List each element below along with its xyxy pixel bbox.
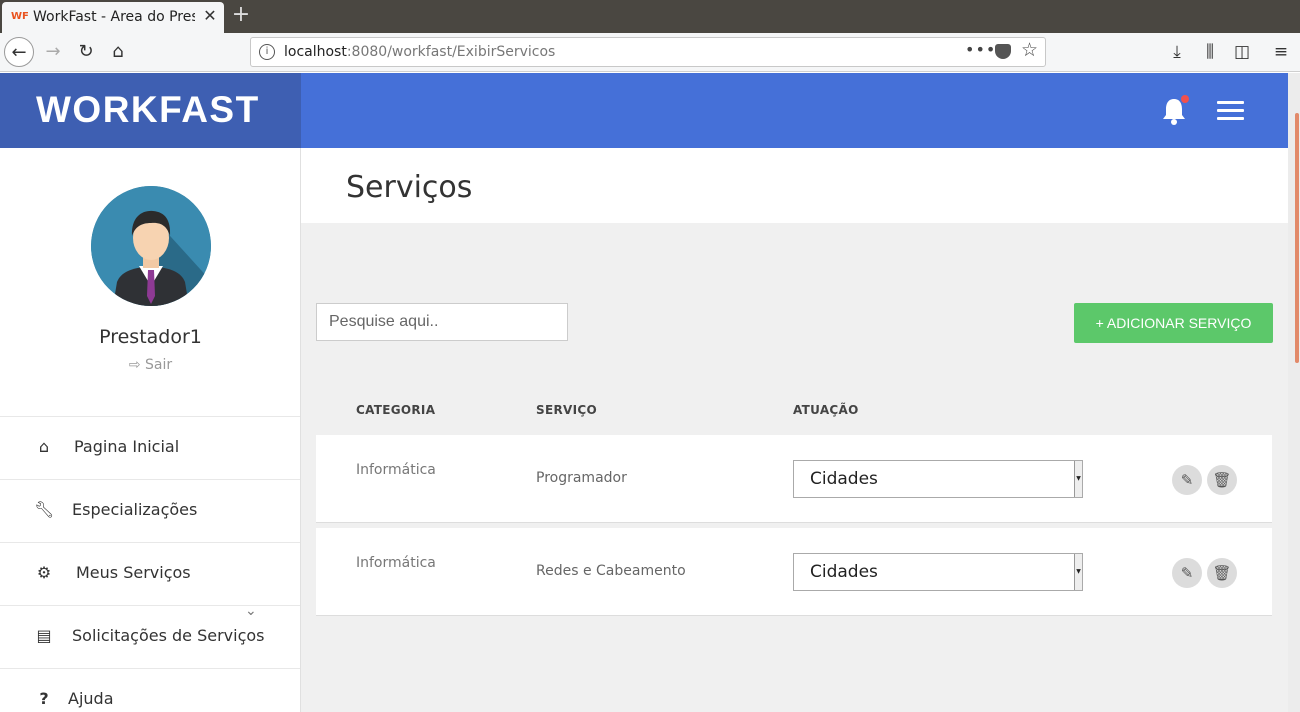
home-browser-icon[interactable]: ⌂ xyxy=(103,37,133,67)
url-bar[interactable]: i localhost:8080/workfast/ExibirServicos… xyxy=(250,37,1046,67)
dropdown-arrow-icon: ▼ xyxy=(1074,461,1082,497)
pocket-icon[interactable] xyxy=(995,44,1011,59)
favicon-icon: WF xyxy=(11,11,29,22)
browser-toolbar: ← → ↻ ⌂ i localhost:8080/workfast/Exibir… xyxy=(0,33,1300,72)
cell-categoria: Informática xyxy=(356,555,436,571)
chevron-down-icon: ⌄ xyxy=(245,603,257,619)
cell-servico: Programador xyxy=(536,470,627,486)
sidebar-item-solicitacoes[interactable]: ⌄ ▤ Solicitações de Serviços xyxy=(0,603,300,668)
browser-menu-icon[interactable]: ≡ xyxy=(1268,39,1294,65)
dropdown-arrow-icon: ▼ xyxy=(1074,554,1082,590)
library-icon[interactable]: ⫼ xyxy=(1197,39,1223,65)
sidebar-item-label: Pagina Inicial xyxy=(74,437,180,456)
table-row: Informática Programador Cidades ▼ ✎ 🗑︎ xyxy=(316,435,1272,523)
question-icon: ? xyxy=(39,689,49,708)
sidebar-item-label: Especializações xyxy=(72,500,198,519)
logout-icon: ⇨ xyxy=(128,357,146,373)
cell-servico: Redes e Cabeamento xyxy=(536,563,686,579)
logout-link[interactable]: ⇨ Sair xyxy=(0,357,301,373)
sidebar-item-label: Ajuda xyxy=(68,689,114,708)
content-header: Serviços xyxy=(301,148,1288,223)
sidebar-item-label: Meus Serviços xyxy=(76,563,191,582)
top-bar xyxy=(301,73,1288,148)
sidebar-toggle-icon[interactable]: ◫ xyxy=(1229,39,1255,65)
search-input[interactable] xyxy=(316,303,568,341)
edit-icon[interactable]: ✎ xyxy=(1172,558,1202,588)
sidebar-item-pagina-inicial[interactable]: ⌂ Pagina Inicial xyxy=(0,416,300,479)
url-text: localhost:8080/workfast/ExibirServicos xyxy=(284,44,556,60)
info-icon[interactable]: i xyxy=(259,44,275,60)
new-tab-icon[interactable]: + xyxy=(230,3,252,27)
list-icon: ▤ xyxy=(36,626,52,645)
close-tab-icon[interactable]: ✕ xyxy=(201,6,219,26)
hamburger-menu-icon[interactable] xyxy=(1217,101,1244,121)
scrollbar-thumb[interactable] xyxy=(1295,113,1299,363)
atuacao-select[interactable]: Cidades ▼ xyxy=(793,553,1083,591)
brand-panel: WORKFAST xyxy=(0,73,301,148)
sidebar-item-especializacoes[interactable]: 🔧︎ Especializações xyxy=(0,479,300,542)
add-service-button[interactable]: + ADICIONAR SERVIÇO xyxy=(1074,303,1273,343)
sidebar-item-meus-servicos[interactable]: ⚙ Meus Serviços xyxy=(0,542,300,605)
atuacao-select[interactable]: Cidades ▼ xyxy=(793,460,1083,498)
back-icon[interactable]: ← xyxy=(4,37,34,67)
browser-tab[interactable]: WF WorkFast - Area do Prestador ✕ xyxy=(2,2,224,33)
sidebar-menu: ⌂ Pagina Inicial 🔧︎ Especializações ⚙ Me… xyxy=(0,416,300,712)
sidebar-item-ajuda[interactable]: ? Ajuda xyxy=(0,668,300,712)
cell-categoria: Informática xyxy=(356,462,436,478)
avatar xyxy=(91,186,211,306)
forward-icon[interactable]: → xyxy=(38,37,68,67)
column-header-atuacao: ATUAÇÃO xyxy=(793,403,859,417)
trash-icon[interactable]: 🗑︎ xyxy=(1207,465,1237,495)
sidebar: Prestador1 ⇨ Sair ⌂ Pagina Inicial 🔧︎ Es… xyxy=(0,148,301,712)
trash-icon[interactable]: 🗑︎ xyxy=(1207,558,1237,588)
notification-dot xyxy=(1181,95,1189,103)
column-header-categoria: CATEGORIA xyxy=(356,403,436,417)
page: WORKFAST Prestador1 ⇨ Sair ⌂ Pagina Inic… xyxy=(0,73,1300,712)
tab-title: WorkFast - Area do Prestador xyxy=(33,9,195,25)
scrollbar[interactable] xyxy=(1288,73,1300,712)
gears-icon: ⚙ xyxy=(36,563,52,582)
sidebar-item-label: Solicitações de Serviços xyxy=(72,626,265,645)
reload-icon[interactable]: ↻ xyxy=(71,37,101,67)
download-icon[interactable]: ⤓ xyxy=(1164,39,1190,65)
more-icon[interactable]: ••• xyxy=(965,40,996,59)
user-name: Prestador1 xyxy=(99,326,202,348)
star-icon[interactable]: ☆ xyxy=(1021,39,1038,61)
column-header-servico: SERVIÇO xyxy=(536,403,597,417)
home-icon: ⌂ xyxy=(38,437,50,456)
browser-tab-bar: WF WorkFast - Area do Prestador ✕ + xyxy=(0,0,1300,33)
brand-logo[interactable]: WORKFAST xyxy=(36,89,260,131)
edit-icon[interactable]: ✎ xyxy=(1172,465,1202,495)
table-row: Informática Redes e Cabeamento Cidades ▼… xyxy=(316,528,1272,616)
wrench-icon: 🔧︎ xyxy=(34,500,55,519)
page-title: Serviços xyxy=(346,170,473,205)
